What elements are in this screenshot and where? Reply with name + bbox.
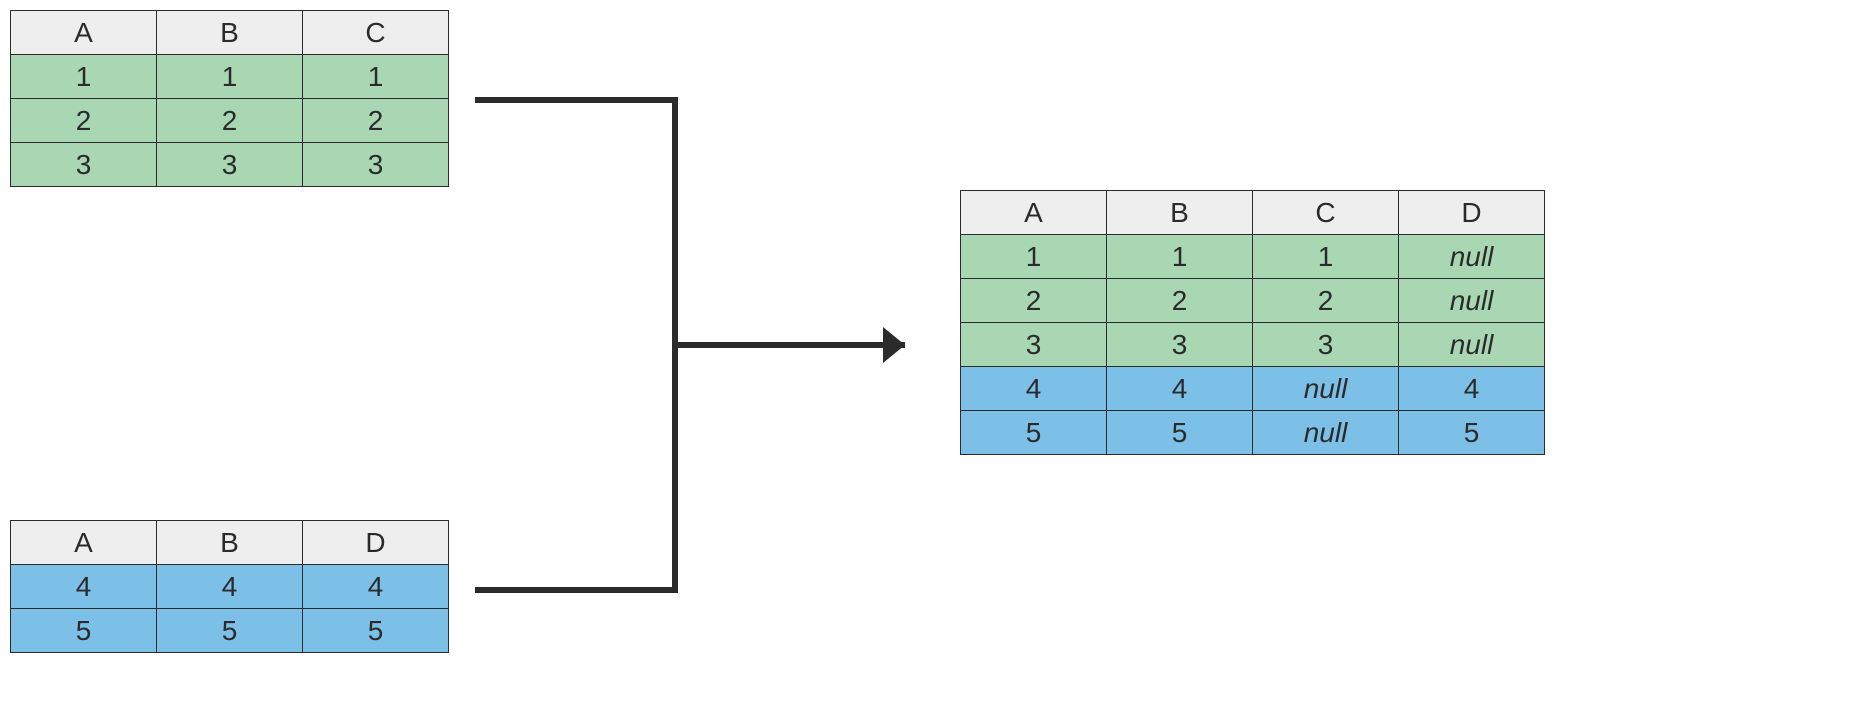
cell: 1 — [303, 55, 449, 99]
cell: 2 — [303, 99, 449, 143]
cell: 5 — [157, 609, 303, 653]
table3-header-C: C — [1253, 191, 1399, 235]
null-cell: null — [1399, 279, 1545, 323]
cell: 3 — [11, 143, 157, 187]
table3-header-row: A B C D — [961, 191, 1545, 235]
cell: 3 — [1253, 323, 1399, 367]
table-row: 4 4 null 4 — [961, 367, 1545, 411]
cell: 2 — [1253, 279, 1399, 323]
null-cell: null — [1253, 367, 1399, 411]
table-row: 3 3 3 null — [961, 323, 1545, 367]
table1-header-A: A — [11, 11, 157, 55]
table2-header-A: A — [11, 521, 157, 565]
table2-header-row: A B D — [11, 521, 449, 565]
cell: 2 — [157, 99, 303, 143]
cell: 3 — [303, 143, 449, 187]
cell: 5 — [1399, 411, 1545, 455]
cell: 4 — [1399, 367, 1545, 411]
cell: 5 — [961, 411, 1107, 455]
cell: 1 — [961, 235, 1107, 279]
cell: 1 — [157, 55, 303, 99]
cell: 3 — [1107, 323, 1253, 367]
merge-arrow-icon — [475, 95, 935, 595]
table1-header-C: C — [303, 11, 449, 55]
cell: 1 — [11, 55, 157, 99]
table-row: 2 2 2 — [11, 99, 449, 143]
cell: 4 — [11, 565, 157, 609]
cell: 4 — [157, 565, 303, 609]
cell: 5 — [1107, 411, 1253, 455]
cell: 3 — [157, 143, 303, 187]
table2-header-D: D — [303, 521, 449, 565]
table2-header-B: B — [157, 521, 303, 565]
cell: 1 — [1107, 235, 1253, 279]
cell: 3 — [961, 323, 1107, 367]
cell: 4 — [303, 565, 449, 609]
table-row: 5 5 null 5 — [961, 411, 1545, 455]
table-row: 2 2 2 null — [961, 279, 1545, 323]
table-row: 1 1 1 — [11, 55, 449, 99]
input-table-2: A B D 4 4 4 5 5 5 — [10, 520, 449, 653]
input-table-1: A B C 1 1 1 2 2 2 3 3 3 — [10, 10, 449, 187]
cell: 4 — [1107, 367, 1253, 411]
cell: 5 — [11, 609, 157, 653]
cell: 2 — [11, 99, 157, 143]
cell: 2 — [961, 279, 1107, 323]
cell: 2 — [1107, 279, 1253, 323]
table-row: 5 5 5 — [11, 609, 449, 653]
table-row: 4 4 4 — [11, 565, 449, 609]
table1-header-row: A B C — [11, 11, 449, 55]
null-cell: null — [1399, 235, 1545, 279]
table1-header-B: B — [157, 11, 303, 55]
null-cell: null — [1253, 411, 1399, 455]
diagram-stage: A B C 1 1 1 2 2 2 3 3 3 — [0, 0, 1851, 702]
cell: 4 — [961, 367, 1107, 411]
table-row: 1 1 1 null — [961, 235, 1545, 279]
null-cell: null — [1399, 323, 1545, 367]
cell: 1 — [1253, 235, 1399, 279]
table3-header-D: D — [1399, 191, 1545, 235]
table-row: 3 3 3 — [11, 143, 449, 187]
cell: 5 — [303, 609, 449, 653]
table3-header-A: A — [961, 191, 1107, 235]
table3-header-B: B — [1107, 191, 1253, 235]
output-table: A B C D 1 1 1 null 2 2 2 null 3 3 3 — [960, 190, 1545, 455]
